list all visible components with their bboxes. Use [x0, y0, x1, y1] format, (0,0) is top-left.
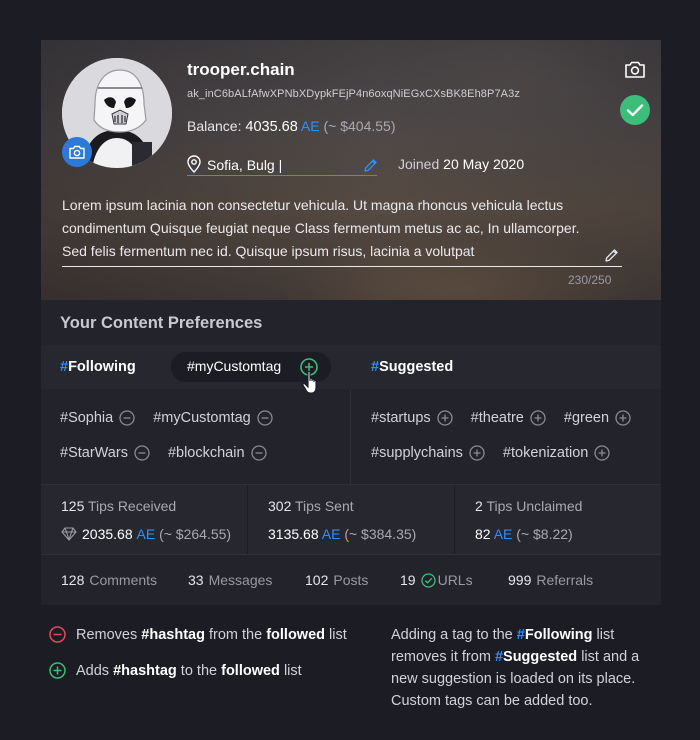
balance: Balance: 4035.68 AE (~ $404.55): [187, 118, 396, 135]
referrals-count[interactable]: 999 Referrals: [508, 572, 593, 588]
messages-count[interactable]: 33 Messages: [188, 572, 272, 588]
avatar-camera-button[interactable]: [62, 137, 92, 167]
suggested-tag: #theatre: [471, 410, 546, 426]
tips-stats: 125 Tips Received 2035.68 AE (~ $264.55)…: [41, 484, 661, 555]
joined-date: Joined 20 May 2020: [398, 156, 525, 172]
following-tag: #myCustomtag: [153, 410, 273, 426]
diamond-icon: [61, 527, 77, 541]
remove-tag-icon[interactable]: [134, 445, 150, 461]
verified-check-icon: [420, 572, 436, 588]
balance-fiat: (~ $404.55): [323, 118, 396, 134]
remove-tag-icon[interactable]: [257, 410, 273, 426]
following-tags-row-1: #Sophia #myCustomtag: [60, 410, 291, 426]
remove-tag-icon[interactable]: [250, 445, 267, 461]
suggested-tag: #startups: [371, 410, 453, 426]
bio-char-counter: 230/250: [568, 273, 612, 287]
suggested-title: #Suggested: [371, 359, 454, 375]
wallet-address: ak_inC6bALfAfwXPNbXDypkFEjP4n6oxqNiEGxCX…: [187, 88, 520, 100]
balance-value: 4035.68: [245, 119, 298, 135]
add-tag-icon[interactable]: [594, 445, 611, 461]
suggested-tag: #green: [564, 410, 631, 426]
checkmark-icon: [626, 104, 644, 117]
legend-add: Adds #hashtag to the followed list: [49, 662, 302, 679]
location-field[interactable]: Sofia, Bulg |: [187, 154, 377, 176]
tips-unclaimed-stat: 2 Tips Unclaimed 82 AE (~ $8.22): [475, 498, 583, 542]
pencil-icon[interactable]: [363, 158, 378, 173]
suggested-tag: #tokenization: [503, 445, 611, 461]
suggested-tag: #supplychains: [371, 445, 485, 461]
remove-tag-icon[interactable]: [119, 410, 135, 426]
following-tag: #StarWars: [60, 445, 150, 461]
verified-badge: [620, 95, 650, 125]
profile-header: trooper.chain ak_inC6bALfAfwXPNbXDypkFEj…: [41, 40, 661, 300]
comments-count[interactable]: 128 Comments: [61, 572, 157, 588]
suggested-tags-row-1: #startups #theatre #green: [371, 410, 649, 426]
add-tag-icon[interactable]: [469, 445, 485, 461]
following-tag: #Sophia: [60, 410, 135, 426]
username: trooper.chain: [187, 60, 295, 79]
activity-counts: 128 Comments 33 Messages 102 Posts 19 URLs …: [41, 554, 661, 605]
preferences-title: Your Content Preferences: [60, 314, 263, 332]
add-circle-icon: [49, 662, 66, 679]
add-tag-icon[interactable]: [437, 410, 453, 426]
bio-underline: [62, 266, 622, 267]
preferences-divider: [350, 389, 351, 484]
following-title: #Following: [60, 359, 136, 375]
tips-sent-stat: 302 Tips Sent 3135.68 AE (~ $384.35): [268, 498, 417, 542]
cover-camera-icon[interactable]: [623, 58, 647, 82]
bio-textarea[interactable]: Lorem ipsum lacinia non consectetur vehi…: [62, 194, 602, 263]
add-tag-icon[interactable]: [530, 410, 546, 426]
urls-count[interactable]: 19 URLs: [400, 572, 473, 588]
camera-icon: [69, 145, 85, 159]
remove-circle-icon: [49, 626, 66, 643]
posts-count[interactable]: 102 Posts: [305, 572, 368, 588]
legend-remove: Removes #hashtag from the followed list: [49, 626, 347, 643]
suggested-tags-row-2: #supplychains #tokenization: [371, 445, 628, 461]
location-input[interactable]: Sofia, Bulg |: [207, 157, 282, 173]
following-tags-row-2: #StarWars #blockchain: [60, 445, 285, 461]
bio-pencil-icon[interactable]: [604, 248, 619, 263]
hand-cursor-icon: [302, 370, 317, 394]
balance-label: Balance:: [187, 118, 242, 134]
add-tag-icon[interactable]: [615, 410, 631, 426]
location-pin-icon: [187, 155, 201, 173]
balance-currency: AE: [300, 118, 320, 134]
help-note: Adding a tag to the #Following list remo…: [391, 627, 640, 709]
profile-card: trooper.chain ak_inC6bALfAfwXPNbXDypkFEj…: [41, 40, 661, 605]
preferences-tabs: #Following #myCustomtag #Suggested: [41, 345, 661, 389]
tips-received-stat: 125 Tips Received 2035.68 AE (~ $264.55): [61, 498, 232, 542]
following-tag: #blockchain: [168, 445, 267, 461]
